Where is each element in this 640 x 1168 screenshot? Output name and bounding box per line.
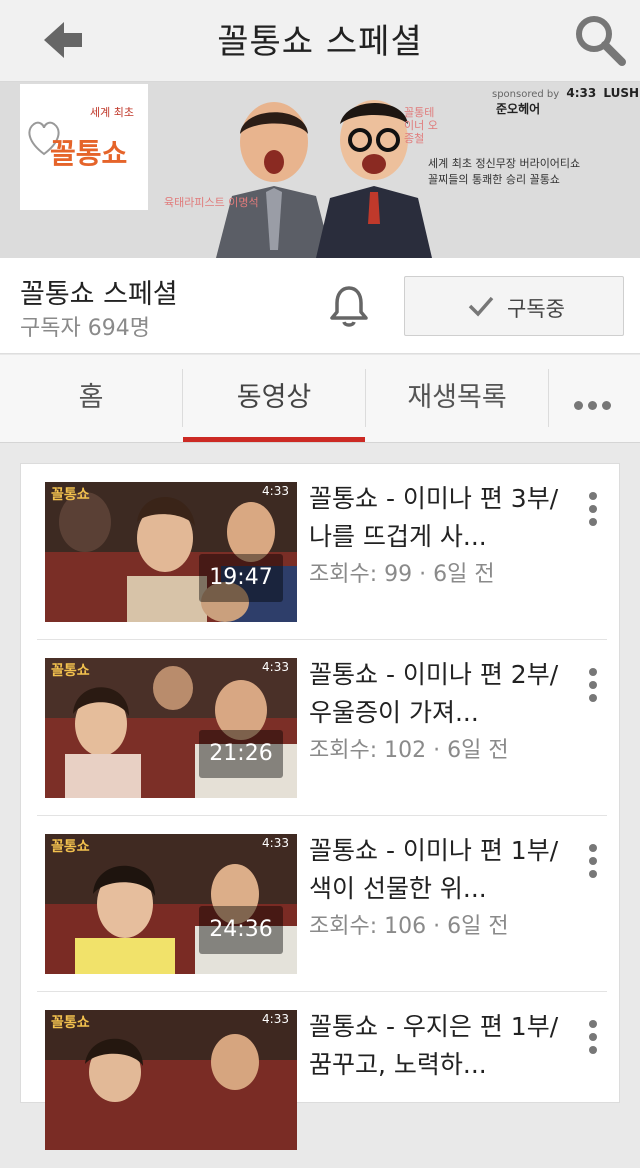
thumbnail-brand: 4:33 bbox=[262, 484, 289, 498]
tab-home[interactable]: 홈 bbox=[0, 355, 182, 443]
video-title[interactable]: 꼴통쇼 - 이미나 편 3부/나를 뜨겁게 사... bbox=[309, 480, 565, 556]
banner-slogan: 세계 최초 정신무장 버라이어티쇼 꼴찌들의 통쾌한 승리 꼴통쇼 bbox=[428, 156, 580, 188]
logo-subtitle: 세계 최초 bbox=[90, 106, 134, 119]
channel-name: 꼴통쇼 스페셜 bbox=[20, 279, 178, 310]
subscribe-button[interactable]: 구독중 bbox=[404, 276, 624, 336]
video-title[interactable]: 꼴통쇼 - 이미나 편 1부/색이 선물한 위... bbox=[309, 832, 565, 908]
thumbnail-brand: 4:33 bbox=[262, 836, 289, 850]
sponsor-brand: 준오헤어 bbox=[496, 102, 541, 116]
video-duration: 24:36 bbox=[199, 906, 283, 954]
video-meta: 조회수: 102 · 6일 전 bbox=[309, 738, 509, 763]
thumbnail-logo: 꼴통쇼 bbox=[51, 1015, 90, 1031]
subscribe-label: 구독중 bbox=[507, 297, 565, 321]
slogan-line: 세계 최초 정신무장 버라이어티쇼 bbox=[428, 157, 581, 170]
thumbnail-logo: 꼴통쇼 bbox=[51, 487, 90, 503]
video-thumbnail[interactable]: 꼴통쇼 4:33 21:26 bbox=[45, 658, 297, 798]
video-duration: 19:47 bbox=[199, 554, 283, 602]
thumbnail-logo: 꼴통쇼 bbox=[51, 663, 90, 679]
app-bar: 꼴통쇼 스페셜 bbox=[0, 0, 640, 82]
channel-info: 꼴통쇼 스페셜 구독자 694명 구독중 bbox=[0, 258, 640, 354]
sponsor-label: sponsored by bbox=[492, 89, 560, 100]
more-vertical-icon[interactable] bbox=[583, 492, 603, 532]
more-horizontal-icon[interactable] bbox=[574, 395, 616, 414]
sponsor-brand: 4:33 bbox=[566, 86, 597, 100]
thumbnail-brand: 4:33 bbox=[262, 1012, 289, 1026]
slogan-line: 꼴찌들의 통쾌한 승리 꼴통쇼 bbox=[428, 173, 560, 186]
video-title[interactable]: 꼴통쇼 - 우지은 편 1부/꿈꾸고, 노력하... bbox=[309, 1008, 565, 1084]
video-duration: 21:26 bbox=[199, 730, 283, 778]
more-vertical-icon[interactable] bbox=[583, 668, 603, 708]
tab-playlists[interactable]: 재생목록 bbox=[366, 355, 548, 443]
sponsor-strip: sponsored by 4:33 LUSH 준오헤어 bbox=[492, 86, 640, 117]
search-icon[interactable] bbox=[572, 12, 628, 68]
more-vertical-icon[interactable] bbox=[583, 1020, 603, 1060]
video-thumbnail[interactable]: 꼴통쇼 4:33 bbox=[45, 1010, 297, 1150]
video-list: 꼴통쇼 4:33 19:47 꼴통쇼 - 이미나 편 3부/나를 뜨겁게 사..… bbox=[20, 463, 621, 1150]
channel-tabs: 홈 동영상 재생목록 bbox=[0, 355, 640, 443]
video-list-item[interactable]: 꼴통쇼 4:33 21:26 꼴통쇼 - 이미나 편 2부/우울증이 가져...… bbox=[21, 640, 621, 816]
video-thumbnail[interactable]: 꼴통쇼 4:33 24:36 bbox=[45, 834, 297, 974]
video-list-item[interactable]: 꼴통쇼 4:33 24:36 꼴통쇼 - 이미나 편 1부/색이 선물한 위..… bbox=[21, 816, 621, 992]
tab-videos[interactable]: 동영상 bbox=[183, 355, 365, 443]
active-tab-indicator bbox=[183, 437, 365, 442]
more-vertical-icon[interactable] bbox=[583, 844, 603, 884]
bell-icon[interactable] bbox=[328, 284, 370, 328]
host-right-caption: 꼴통테이너 오종철 bbox=[404, 106, 438, 145]
video-meta: 조회수: 99 · 6일 전 bbox=[309, 562, 495, 587]
tab-divider bbox=[548, 369, 549, 427]
sponsor-brand: LUSH bbox=[603, 86, 640, 100]
video-list-item[interactable]: 꼴통쇼 4:33 꼴통쇼 - 우지은 편 1부/꿈꾸고, 노력하... bbox=[21, 992, 621, 1168]
thumbnail-brand: 4:33 bbox=[262, 660, 289, 674]
subscriber-count: 구독자 694명 bbox=[20, 316, 150, 341]
video-thumbnail[interactable]: 꼴통쇼 4:33 19:47 bbox=[45, 482, 297, 622]
video-title[interactable]: 꼴통쇼 - 이미나 편 2부/우울증이 가져... bbox=[309, 656, 565, 732]
host-left-caption: 육태라피스트 이명석 bbox=[164, 196, 259, 209]
video-meta: 조회수: 106 · 6일 전 bbox=[309, 914, 509, 939]
page-title: 꼴통쇼 스페셜 bbox=[217, 22, 423, 62]
channel-logo: 세계 최초 꼴통쇼 bbox=[20, 84, 148, 210]
channel-banner: 세계 최초 꼴통쇼 육태라피스트 이명석 꼴통테이너 오종철 sponsored… bbox=[0, 82, 640, 258]
video-list-item[interactable]: 꼴통쇼 4:33 19:47 꼴통쇼 - 이미나 편 3부/나를 뜨겁게 사..… bbox=[21, 464, 621, 640]
check-icon bbox=[468, 296, 494, 317]
logo-text: 꼴통쇼 bbox=[50, 137, 128, 170]
thumbnail-logo: 꼴통쇼 bbox=[51, 839, 90, 855]
